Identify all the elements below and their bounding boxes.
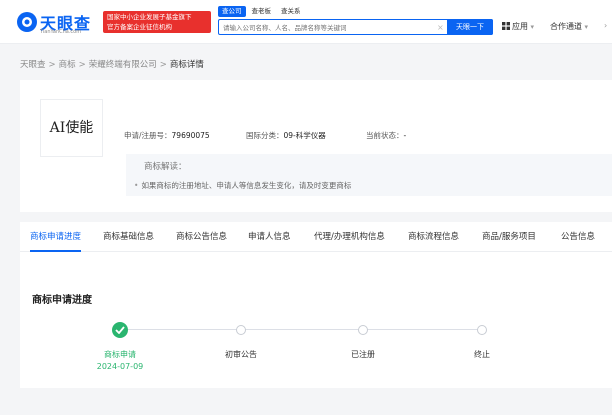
current-status-value: - (403, 131, 407, 140)
grid-icon (502, 22, 510, 30)
step-label: 商标申请 (104, 350, 136, 359)
search-type-tabs: 查公司 查老板 查关系 (218, 6, 307, 17)
search-button[interactable]: 天眼一下 (447, 19, 493, 35)
step-node (477, 325, 487, 335)
promo-banner[interactable]: 国家中小企业发展子基金旗下 官方备案企业征信机构 (103, 11, 211, 33)
application-progress-section: 商标申请进度 商标申请 2024-07-09 初审公告 已注册 终止 (20, 252, 612, 388)
promo-line-1: 国家中小企业发展子基金旗下 (107, 13, 192, 21)
breadcrumb-separator: > (48, 60, 56, 70)
breadcrumb-separator: > (78, 60, 86, 70)
chevron-down-icon: ▾ (530, 23, 535, 31)
current-status-label: 当前状态： (366, 131, 404, 140)
eye-logo-icon (17, 12, 37, 32)
logo-subtext: TianYanCha.com (40, 29, 82, 35)
step-date: 2024-07-09 (96, 362, 144, 371)
step-node-done (112, 322, 128, 338)
nav-coop-label: 合作通道 (550, 22, 582, 31)
current-status: 当前状态：- (366, 130, 406, 141)
chevron-down-icon: ▾ (584, 23, 589, 31)
step-node (358, 325, 368, 335)
tab-basic-info[interactable]: 商标基础信息 (103, 222, 154, 252)
nav-apps[interactable]: 应用 ▾ (502, 21, 534, 32)
step-label: 初审公告 (225, 350, 257, 359)
bullet-dot: • (134, 181, 139, 190)
tab-agency-info[interactable]: 代理/办理机构信息 (314, 222, 385, 252)
search-tab-relation[interactable]: 查关系 (277, 6, 305, 17)
search-input[interactable] (223, 22, 433, 33)
step-node (236, 325, 246, 335)
intl-class-label: 国际分类： (246, 131, 284, 140)
interpretation-bullet: • 如果商标的注册地址、申请人等信息发生变化，请及时变更商标 (134, 180, 604, 191)
intl-class-value: 09-科学仪器 (283, 131, 326, 140)
site-logo[interactable]: 天眼查 TianYanCha.com (16, 8, 100, 36)
clear-icon[interactable]: × (437, 22, 444, 33)
top-header: 天眼查 TianYanCha.com 国家中小企业发展子基金旗下 官方备案企业征… (0, 0, 612, 44)
tab-notice-info[interactable]: 公告信息 (561, 222, 595, 252)
tab-application-progress[interactable]: 商标申请进度 (30, 222, 82, 252)
tab-goods-services[interactable]: 商品/服务项目 (482, 222, 536, 252)
step-label: 已注册 (351, 350, 375, 359)
breadcrumb-trademark[interactable]: 商标 (59, 60, 76, 70)
intl-class: 国际分类：09-科学仪器 (246, 130, 326, 141)
breadcrumb: 天眼查 > 商标 > 荣耀终端有限公司 > 商标详情 (20, 58, 204, 70)
tab-announcement-info[interactable]: 商标公告信息 (176, 222, 227, 252)
search-tab-boss[interactable]: 查老板 (248, 6, 276, 17)
breadcrumb-home[interactable]: 天眼查 (20, 60, 46, 70)
section-title: 商标申请进度 (32, 295, 92, 306)
trademark-interpretation: 商标解读： • 如果商标的注册地址、申请人等信息发生变化，请及时变更商标 (126, 154, 612, 196)
progress-track (120, 329, 482, 330)
interpretation-title: 商标解读： (144, 162, 187, 172)
breadcrumb-current: 商标详情 (169, 60, 204, 70)
nav-more-icon[interactable]: › (604, 21, 607, 30)
nav-apps-label: 应用 (512, 22, 528, 31)
detail-tabs: 商标申请进度 商标基础信息 商标公告信息 申请人信息 代理/办理机构信息 商标流… (20, 222, 612, 252)
reg-number: 申请/注册号：79690075 (124, 130, 210, 141)
search-tab-company[interactable]: 查公司 (218, 6, 246, 17)
tab-process-info[interactable]: 商标流程信息 (408, 222, 459, 252)
nav-cooperation[interactable]: 合作通道 ▾ (550, 21, 588, 32)
reg-number-value: 79690075 (171, 131, 210, 140)
interpretation-text: 如果商标的注册地址、申请人等信息发生变化，请及时变更商标 (141, 181, 352, 190)
tab-applicant-info[interactable]: 申请人信息 (248, 222, 291, 252)
breadcrumb-company[interactable]: 荣耀终端有限公司 (89, 60, 157, 70)
trademark-image: AI使能 (40, 99, 103, 157)
check-icon (115, 326, 125, 334)
promo-line-2: 官方备案企业征信机构 (107, 23, 172, 31)
reg-number-label: 申请/注册号： (124, 131, 172, 140)
search-box: × 天眼一下 (218, 19, 493, 35)
trademark-card: AI使能 申请/注册号：79690075 国际分类：09-科学仪器 当前状态：-… (20, 80, 612, 212)
step-label: 终止 (474, 350, 490, 359)
breadcrumb-separator: > (159, 60, 167, 70)
